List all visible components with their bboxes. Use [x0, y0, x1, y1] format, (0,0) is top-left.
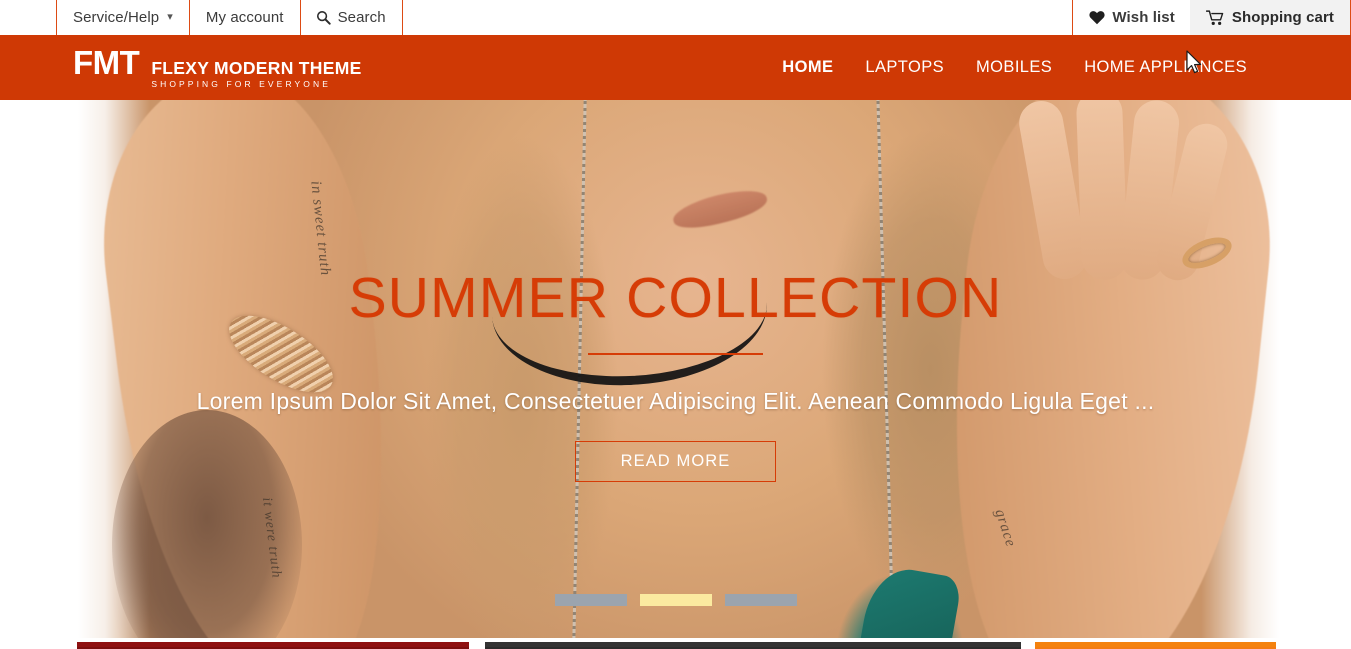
promo-banner-2[interactable]	[485, 642, 1021, 649]
slider-indicator-3[interactable]	[724, 594, 797, 606]
logo-tagline: SHOPPING FOR EVERYONE	[151, 79, 332, 90]
read-more-button[interactable]: READ MORE	[575, 441, 776, 482]
logo-mark: FMT	[73, 43, 140, 81]
shopping-cart-link[interactable]: Shopping cart	[1189, 0, 1351, 35]
logo-text-block: FLEXY MODERN THEME SHOPPING FOR EVERYONE	[151, 57, 362, 90]
hero-title-divider	[588, 353, 763, 355]
top-utility-bar: Service/Help ▾ My account Search Wish li…	[0, 0, 1351, 35]
hero-title: SUMMER COLLECTION	[348, 266, 1003, 330]
promo-banner-row	[0, 638, 1351, 649]
slider-indicator-1[interactable]	[554, 594, 627, 606]
promo-banner-1[interactable]	[77, 642, 469, 649]
wish-list-label: Wish list	[1112, 9, 1175, 26]
heart-icon	[1089, 10, 1105, 25]
service-help-label: Service/Help	[73, 9, 160, 26]
site-logo[interactable]: FMT FLEXY MODERN THEME SHOPPING FOR EVER…	[73, 46, 362, 90]
nav-item-mobiles[interactable]: MOBILES	[960, 58, 1068, 77]
main-navigation: HOME LAPTOPS MOBILES HOME APPLIANCES	[766, 58, 1263, 77]
site-header: FMT FLEXY MODERN THEME SHOPPING FOR EVER…	[0, 35, 1351, 100]
my-account-link[interactable]: My account	[188, 0, 301, 35]
wish-list-link[interactable]: Wish list	[1072, 0, 1190, 35]
nav-item-home[interactable]: HOME	[766, 58, 849, 77]
slider-indicator-2[interactable]	[639, 594, 712, 606]
chevron-down-icon: ▾	[167, 11, 173, 23]
hero-slider: in sweet truth it were truth grace SUMME…	[0, 100, 1351, 638]
nav-item-laptops[interactable]: LAPTOPS	[849, 58, 960, 77]
top-utility-left-group: Service/Help ▾ My account Search	[56, 0, 403, 35]
logo-title: FLEXY MODERN THEME	[151, 57, 362, 78]
slider-indicators	[0, 594, 1351, 606]
promo-banner-3[interactable]	[1035, 642, 1276, 649]
cart-icon	[1205, 9, 1225, 26]
my-account-label: My account	[205, 9, 284, 26]
shopping-cart-label: Shopping cart	[1231, 9, 1334, 26]
hero-caption: SUMMER COLLECTION Lorem Ipsum Dolor Sit …	[0, 100, 1351, 638]
nav-item-home-appliances[interactable]: HOME APPLIANCES	[1068, 58, 1263, 77]
search-button[interactable]: Search	[300, 0, 403, 35]
service-help-menu[interactable]: Service/Help ▾	[56, 0, 190, 35]
hero-subtitle: Lorem Ipsum Dolor Sit Amet, Consectetuer…	[196, 388, 1155, 414]
search-label: Search	[337, 9, 386, 26]
search-icon	[316, 10, 331, 25]
top-utility-right-group: Wish list Shopping cart	[1072, 0, 1351, 35]
